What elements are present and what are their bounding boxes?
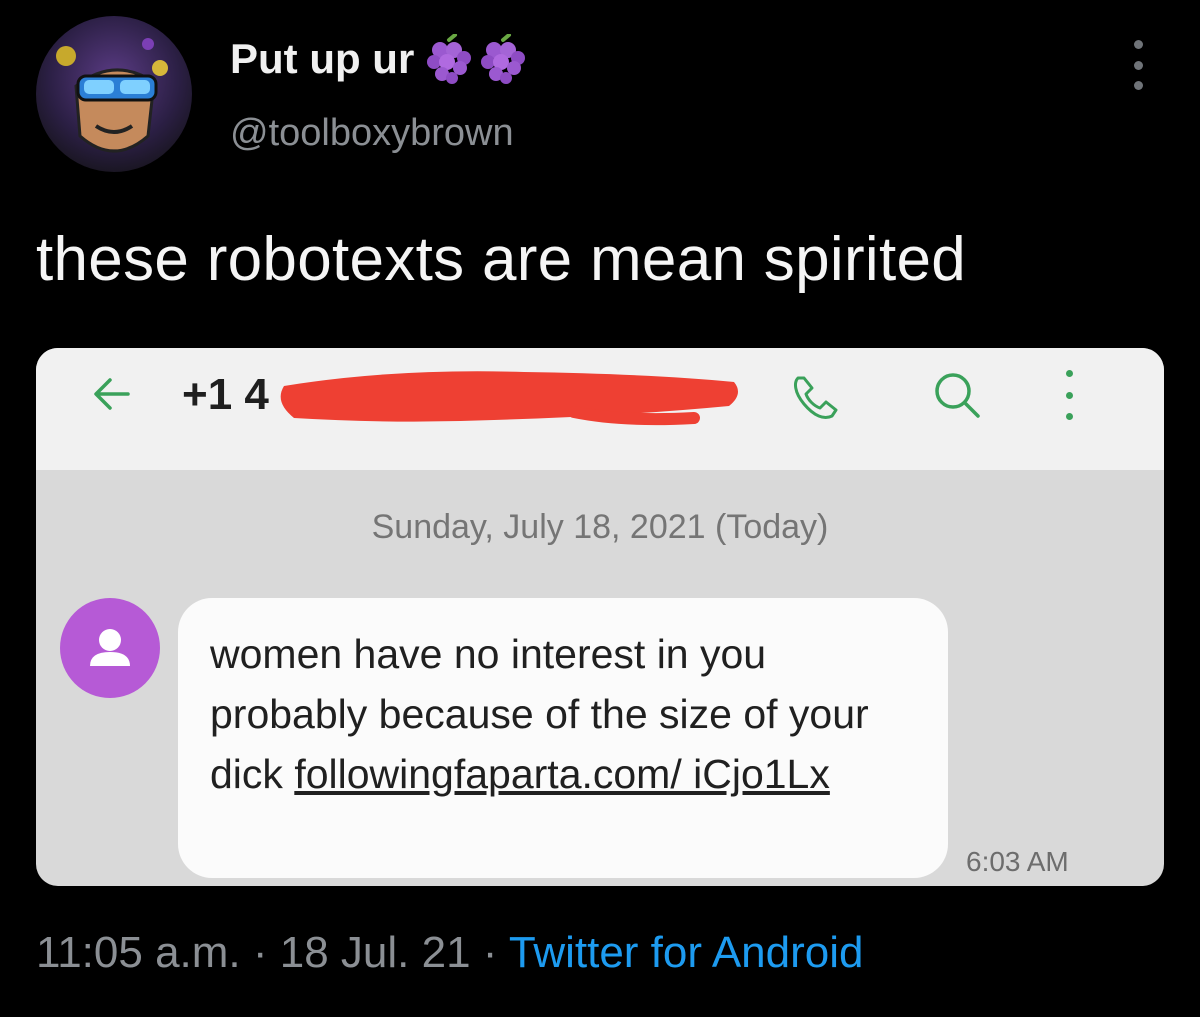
tweet-time: 11:05 a.m. (36, 928, 241, 977)
message-text: women have no interest in you probably b… (210, 624, 918, 804)
more-vertical-icon[interactable] (1126, 40, 1150, 90)
tweet-text: these robotexts are mean spirited (36, 225, 967, 294)
message-bubble[interactable]: women have no interest in you probably b… (178, 598, 948, 878)
tweet-source-link[interactable]: Twitter for Android (509, 928, 864, 977)
meta-separator: · (240, 928, 280, 977)
grapes-emoji (481, 34, 526, 84)
grapes-emoji (427, 34, 472, 84)
profile-avatar[interactable] (36, 16, 192, 172)
date-header: Sunday, July 18, 2021 (Today) (371, 508, 829, 546)
tweet-date: 18 Jul. 21 (279, 928, 471, 977)
more-vertical-icon[interactable] (1062, 370, 1076, 420)
attached-sms-screenshot[interactable]: +1 4 Sunday, July 18, 2021 (Today) women… (36, 348, 1164, 886)
user-handle[interactable]: @toolboxybrown (230, 112, 514, 155)
redaction-scribble (280, 371, 738, 426)
search-icon[interactable] (928, 366, 986, 424)
phone-number: +1 4 (182, 370, 269, 419)
message-time: 6:03 AM (966, 846, 1069, 877)
back-arrow-icon[interactable] (88, 370, 136, 418)
message-link[interactable]: followingfaparta.com/ iCjo1Lx (294, 751, 830, 797)
grapes-emoji-pair (424, 34, 528, 84)
contact-avatar-icon[interactable] (60, 598, 160, 698)
display-name[interactable]: Put up ur (230, 34, 528, 84)
display-name-text: Put up ur (230, 35, 415, 82)
tweet-meta: 11:05 a.m. · 18 Jul. 21 · Twitter for An… (36, 928, 863, 978)
sms-app-bar: +1 4 (36, 348, 1164, 470)
meta-separator: · (470, 928, 509, 977)
phone-call-icon[interactable] (784, 366, 848, 430)
